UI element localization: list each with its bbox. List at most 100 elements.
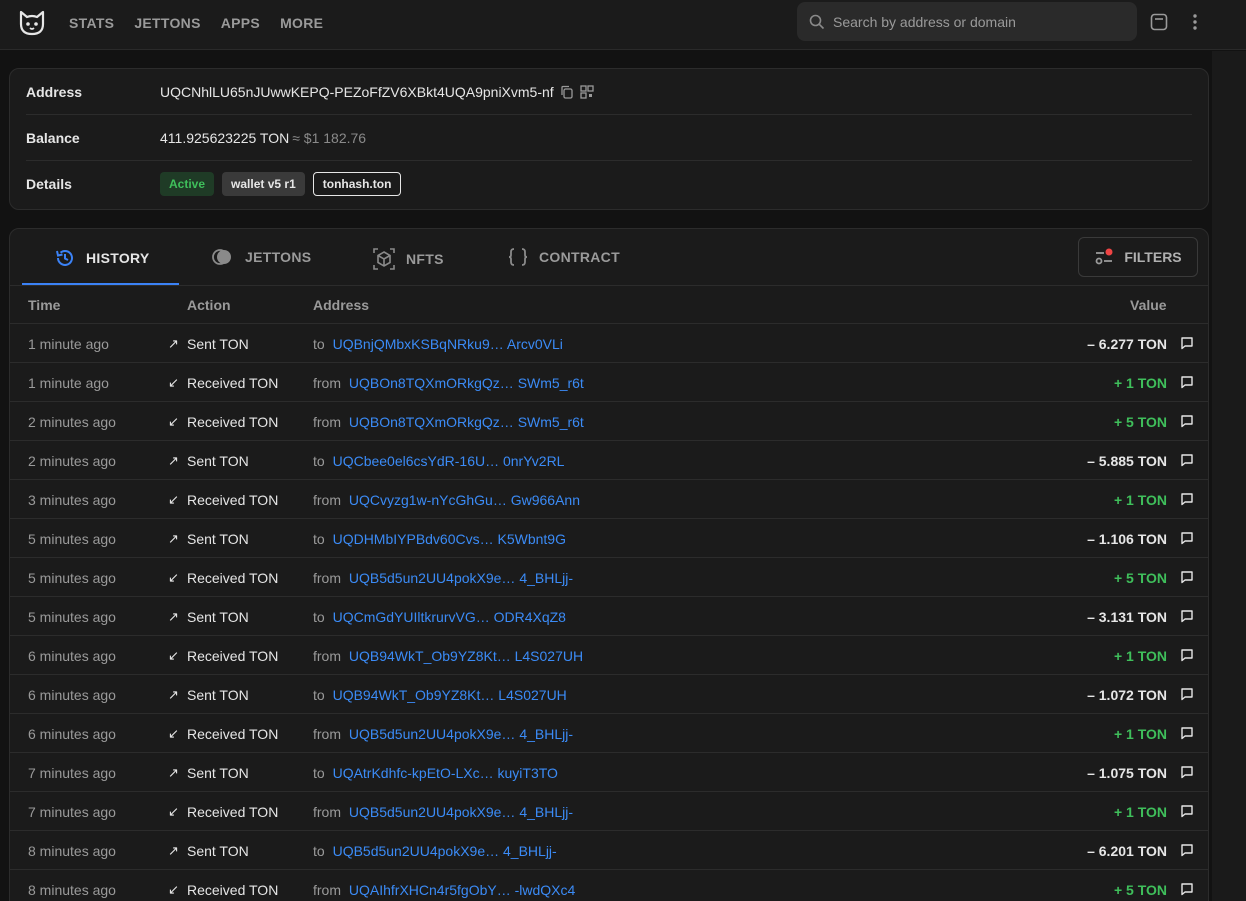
row-address-link[interactable]: UQCvyzg1w-nYcGhGu… Gw966Ann bbox=[349, 492, 580, 508]
row-address-link[interactable]: UQCmGdYUIltkrurvVG… ODR4XqZ8 bbox=[333, 609, 566, 625]
search-box[interactable] bbox=[797, 2, 1137, 41]
comment-icon[interactable] bbox=[1180, 492, 1194, 506]
comment-icon[interactable] bbox=[1180, 687, 1194, 701]
comment-icon[interactable] bbox=[1180, 765, 1194, 779]
row-time[interactable]: 5 minutes ago bbox=[28, 531, 116, 547]
comment-icon[interactable] bbox=[1180, 570, 1194, 584]
row-time[interactable]: 7 minutes ago bbox=[28, 804, 116, 820]
row-address-link[interactable]: UQB5d5un2UU4pokX9e… 4_BHLjj- bbox=[333, 843, 557, 859]
arrow-down-left-icon: ↙ bbox=[168, 570, 179, 585]
row-time[interactable]: 5 minutes ago bbox=[28, 609, 116, 625]
table-row[interactable]: 7 minutes ago ↗ Sent TON to UQAtrKdhfc-k… bbox=[10, 753, 1208, 792]
row-address-link[interactable]: UQCbee0el6csYdR-16U… 0nrYv2RL bbox=[333, 453, 565, 469]
table-row[interactable]: 1 minute ago ↗ Sent TON to UQBnjQMbxKSBq… bbox=[10, 324, 1208, 363]
row-address-link[interactable]: UQB5d5un2UU4pokX9e… 4_BHLjj- bbox=[349, 804, 573, 820]
row-address-link[interactable]: UQB5d5un2UU4pokX9e… 4_BHLjj- bbox=[349, 726, 573, 742]
comment-icon[interactable] bbox=[1180, 648, 1194, 662]
table-row[interactable]: 6 minutes ago ↗ Sent TON to UQB94WkT_Ob9… bbox=[10, 675, 1208, 714]
row-address: to UQCmGdYUIltkrurvVG… ODR4XqZ8 bbox=[313, 609, 566, 625]
nav-stats[interactable]: STATS bbox=[69, 15, 114, 31]
kebab-menu-icon[interactable] bbox=[1188, 13, 1202, 31]
wallet-icon[interactable] bbox=[1150, 13, 1168, 31]
arrow-down-left-icon: ↙ bbox=[168, 492, 179, 507]
row-address-link[interactable]: UQDHMbIYPBdv60Cvs… K5Wbnt9G bbox=[333, 531, 566, 547]
row-address-link[interactable]: UQB5d5un2UU4pokX9e… 4_BHLjj- bbox=[349, 570, 573, 586]
row-address-link[interactable]: UQBOn8TQXmORkgQz… SWm5_r6t bbox=[349, 414, 584, 430]
row-time[interactable]: 2 minutes ago bbox=[28, 414, 116, 430]
balance-label: Balance bbox=[26, 129, 80, 146]
tab-nfts[interactable]: NFTS bbox=[372, 247, 444, 271]
table-row[interactable]: 6 minutes ago ↙ Received TON from UQB94W… bbox=[10, 636, 1208, 675]
transactions-list: 1 minute ago ↗ Sent TON to UQBnjQMbxKSBq… bbox=[10, 324, 1208, 901]
tab-jettons[interactable]: JETTONS bbox=[211, 247, 311, 267]
row-action: Received TON bbox=[187, 570, 279, 586]
row-address-link[interactable]: UQBnjQMbxKSBqNRku9… Arcv0VLi bbox=[333, 336, 563, 352]
domain-badge[interactable]: tonhash.ton bbox=[312, 172, 402, 196]
row-action: Sent TON bbox=[187, 453, 249, 469]
table-row[interactable]: 5 minutes ago ↙ Received TON from UQB5d5… bbox=[10, 558, 1208, 597]
row-time[interactable]: 2 minutes ago bbox=[28, 453, 116, 469]
row-address-link[interactable]: UQAtrKdhfc-kpEtO-LXc… kuyiT3TO bbox=[333, 765, 558, 781]
row-address: to UQAtrKdhfc-kpEtO-LXc… kuyiT3TO bbox=[313, 765, 558, 781]
comment-icon[interactable] bbox=[1180, 726, 1194, 740]
row-action: Sent TON bbox=[187, 336, 249, 352]
row-value: – 6.201 TON bbox=[1087, 843, 1167, 859]
col-action: Action bbox=[187, 297, 231, 313]
row-time[interactable]: 6 minutes ago bbox=[28, 726, 116, 742]
comment-icon[interactable] bbox=[1180, 882, 1194, 896]
filters-button[interactable]: FILTERS bbox=[1078, 237, 1198, 277]
row-address-link[interactable]: UQB94WkT_Ob9YZ8Kt… L4S027UH bbox=[349, 648, 583, 664]
row-time[interactable]: 8 minutes ago bbox=[28, 843, 116, 859]
row-time[interactable]: 5 minutes ago bbox=[28, 570, 116, 586]
row-address-link[interactable]: UQB94WkT_Ob9YZ8Kt… L4S027UH bbox=[333, 687, 567, 703]
table-row[interactable]: 2 minutes ago ↙ Received TON from UQBOn8… bbox=[10, 402, 1208, 441]
comment-icon[interactable] bbox=[1180, 453, 1194, 467]
row-time[interactable]: 1 minute ago bbox=[28, 375, 109, 391]
tab-contract[interactable]: CONTRACT bbox=[507, 247, 620, 267]
top-bar: STATS JETTONS APPS MORE bbox=[0, 0, 1246, 50]
row-time[interactable]: 8 minutes ago bbox=[28, 882, 116, 898]
history-card: HISTORY JETTONS NFTS CONTRACT FILTERS Ti… bbox=[9, 228, 1209, 901]
comment-icon[interactable] bbox=[1180, 609, 1194, 623]
nav-more[interactable]: MORE bbox=[280, 15, 323, 31]
comment-icon[interactable] bbox=[1180, 336, 1194, 350]
cat-logo-icon[interactable] bbox=[18, 9, 46, 37]
copy-icon[interactable] bbox=[560, 85, 574, 99]
balance-row: Balance 411.925623225 TON ≈ $1 182.76 bbox=[26, 115, 1192, 161]
row-time[interactable]: 6 minutes ago bbox=[28, 687, 116, 703]
table-row[interactable]: 3 minutes ago ↙ Received TON from UQCvyz… bbox=[10, 480, 1208, 519]
comment-icon[interactable] bbox=[1180, 375, 1194, 389]
row-action: Received TON bbox=[187, 375, 279, 391]
arrow-up-right-icon: ↗ bbox=[168, 531, 179, 546]
tab-bar: HISTORY JETTONS NFTS CONTRACT FILTERS bbox=[10, 229, 1208, 286]
table-row[interactable]: 8 minutes ago ↗ Sent TON to UQB5d5un2UU4… bbox=[10, 831, 1208, 870]
row-action: Received TON bbox=[187, 492, 279, 508]
table-row[interactable]: 6 minutes ago ↙ Received TON from UQB5d5… bbox=[10, 714, 1208, 753]
comment-icon[interactable] bbox=[1180, 414, 1194, 428]
nav-apps[interactable]: APPS bbox=[221, 15, 260, 31]
table-row[interactable]: 5 minutes ago ↗ Sent TON to UQCmGdYUIltk… bbox=[10, 597, 1208, 636]
row-direction: to bbox=[313, 609, 325, 625]
table-row[interactable]: 2 minutes ago ↗ Sent TON to UQCbee0el6cs… bbox=[10, 441, 1208, 480]
search-input[interactable] bbox=[833, 13, 1123, 30]
row-time[interactable]: 1 minute ago bbox=[28, 336, 109, 352]
table-row[interactable]: 1 minute ago ↙ Received TON from UQBOn8T… bbox=[10, 363, 1208, 402]
comment-icon[interactable] bbox=[1180, 804, 1194, 818]
col-time: Time bbox=[28, 297, 61, 313]
comment-icon[interactable] bbox=[1180, 531, 1194, 545]
row-address-link[interactable]: UQAIhfrXHCn4r5fgObY… -lwdQXc4 bbox=[349, 882, 575, 898]
comment-icon[interactable] bbox=[1180, 843, 1194, 857]
row-time[interactable]: 7 minutes ago bbox=[28, 765, 116, 781]
table-row[interactable]: 7 minutes ago ↙ Received TON from UQB5d5… bbox=[10, 792, 1208, 831]
row-value: + 1 TON bbox=[1113, 648, 1167, 664]
details-badges: Active wallet v5 r1 tonhash.ton bbox=[160, 172, 403, 196]
row-address-link[interactable]: UQBOn8TQXmORkgQz… SWm5_r6t bbox=[349, 375, 584, 391]
table-row[interactable]: 8 minutes ago ↙ Received TON from UQAIhf… bbox=[10, 870, 1208, 901]
qr-code-icon[interactable] bbox=[580, 84, 594, 99]
nav-jettons[interactable]: JETTONS bbox=[134, 15, 200, 31]
tab-history[interactable]: HISTORY bbox=[54, 247, 150, 269]
row-time[interactable]: 6 minutes ago bbox=[28, 648, 116, 664]
address-info-card: Address UQCNhlLU65nJUwwKEPQ-PEZoFfZV6XBk… bbox=[9, 68, 1209, 210]
table-row[interactable]: 5 minutes ago ↗ Sent TON to UQDHMbIYPBdv… bbox=[10, 519, 1208, 558]
row-time[interactable]: 3 minutes ago bbox=[28, 492, 116, 508]
